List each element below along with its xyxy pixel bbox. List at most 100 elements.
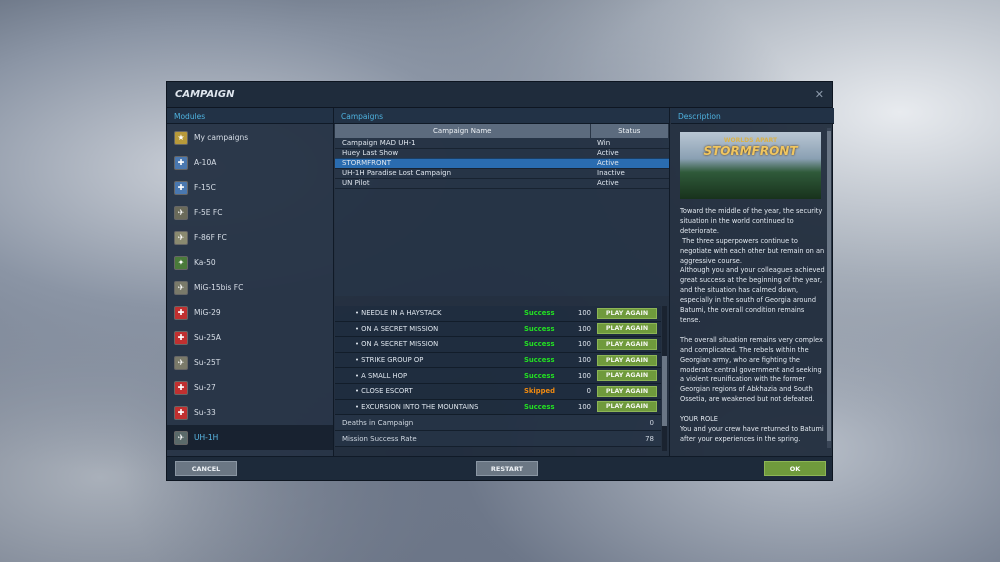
stat-label: Deaths in Campaign bbox=[342, 418, 414, 427]
stat-value: 0 bbox=[649, 418, 654, 427]
mission-list: • NEEDLE IN A HAYSTACK Success 100 PLAY AGA… bbox=[335, 306, 661, 448]
module-label: Su-27 bbox=[194, 383, 216, 392]
campaign-stat: Mission Success Rate 78 bbox=[335, 431, 661, 448]
mission-name: ON A SECRET MISSION bbox=[361, 324, 439, 333]
module-icon: ✈ bbox=[174, 355, 188, 370]
campaigns-header: Campaigns bbox=[334, 108, 669, 124]
campaign-row[interactable]: Huey Last Show Active bbox=[335, 148, 669, 159]
mission-row[interactable]: • NEEDLE IN A HAYSTACK Success 100 PLAY AGA… bbox=[335, 306, 661, 322]
mission-name: STRIKE GROUP OP bbox=[361, 356, 424, 365]
module-item[interactable]: ★ My campaigns bbox=[167, 125, 333, 150]
module-item[interactable]: ✈ Su-25T bbox=[167, 350, 333, 375]
campaign-status: Win bbox=[590, 138, 669, 149]
play-again-button[interactable]: PLAY AGAIN bbox=[597, 385, 657, 397]
mission-row[interactable]: • STRIKE GROUP OP Success 100 PLAY AGAIN bbox=[335, 352, 661, 369]
restart-button[interactable]: RESTART bbox=[476, 461, 538, 476]
close-icon[interactable]: ✕ bbox=[815, 88, 824, 101]
module-label: Su-25T bbox=[194, 358, 221, 367]
campaigns-panel: Campaigns Campaign Name Status Campaign M… bbox=[334, 108, 670, 456]
mission-score: 0 bbox=[586, 387, 591, 396]
stat-value: 78 bbox=[645, 434, 654, 443]
module-label: F-15C bbox=[194, 183, 216, 192]
column-status[interactable]: Status bbox=[590, 124, 669, 138]
campaign-name: UH-1H Paradise Lost Campaign bbox=[335, 168, 590, 179]
mission-score: 100 bbox=[578, 402, 591, 411]
mission-row[interactable]: • ON A SECRET MISSION Success 100 PLAY AGAI… bbox=[335, 321, 661, 338]
module-item[interactable]: ✚ F-15C bbox=[167, 175, 333, 200]
cancel-button[interactable]: CANCEL bbox=[175, 461, 237, 476]
module-label: Ka-50 bbox=[194, 258, 216, 267]
campaign-stat: Deaths in Campaign 0 bbox=[335, 415, 661, 432]
module-icon: ✚ bbox=[174, 405, 188, 420]
description-panel: Description WORLDS APART STORMFRONT Towa… bbox=[671, 108, 834, 456]
mission-scrollbar[interactable] bbox=[662, 306, 667, 451]
module-item[interactable]: ✦ Ka-50 bbox=[167, 250, 333, 275]
mission-row[interactable]: • ON A SECRET MISSION Success 100 PLAY AGAI… bbox=[335, 337, 661, 353]
module-label: MiG-29 bbox=[194, 308, 221, 317]
mission-name: NEEDLE IN A HAYSTACK bbox=[361, 309, 442, 318]
module-item[interactable]: ✚ Su-33 bbox=[167, 400, 333, 425]
play-again-button[interactable]: PLAY AGAIN bbox=[597, 401, 657, 413]
campaign-row[interactable]: Campaign MAD UH-1 Win bbox=[335, 138, 669, 149]
mission-status: Success bbox=[524, 309, 555, 318]
campaign-name: Campaign MAD UH-1 bbox=[335, 138, 590, 149]
title-bar: CAMPAIGN ✕ bbox=[167, 82, 832, 108]
mission-score: 100 bbox=[578, 324, 591, 333]
ok-button[interactable]: OK bbox=[764, 461, 826, 476]
module-item[interactable]: ✈ F-5E FC bbox=[167, 200, 333, 225]
mission-score: 100 bbox=[578, 371, 591, 380]
campaign-table: Campaign Name Status Campaign MAD UH-1 Win… bbox=[335, 124, 669, 189]
module-item[interactable]: ✈ UH-1H bbox=[167, 425, 333, 450]
description-header: Description bbox=[671, 108, 834, 124]
description-scrollbar[interactable] bbox=[827, 128, 831, 448]
play-again-button[interactable]: PLAY AGAIN bbox=[597, 323, 657, 335]
module-label: F-5E FC bbox=[194, 208, 223, 217]
play-again-button[interactable]: PLAY AGAIN bbox=[597, 338, 657, 350]
mission-status: Success bbox=[524, 356, 555, 365]
module-icon: ★ bbox=[174, 130, 188, 145]
footer: CANCEL RESTART OK bbox=[167, 456, 832, 480]
module-label: MiG-15bis FC bbox=[194, 283, 244, 292]
module-item[interactable]: ✈ F-86F FC bbox=[167, 225, 333, 250]
module-item[interactable]: ✚ MiG-29 bbox=[167, 300, 333, 325]
modules-header: Modules bbox=[167, 108, 333, 124]
module-item[interactable]: ✚ A-10A bbox=[167, 150, 333, 175]
play-again-button[interactable]: PLAY AGAIN bbox=[597, 307, 657, 319]
mission-score: 100 bbox=[578, 309, 591, 318]
mission-status: Skipped bbox=[524, 387, 555, 396]
module-item[interactable]: ✈ MiG-15bis FC bbox=[167, 275, 333, 300]
mission-score: 100 bbox=[578, 356, 591, 365]
mission-status: Success bbox=[524, 402, 555, 411]
column-campaign-name[interactable]: Campaign Name bbox=[335, 124, 591, 138]
module-item[interactable]: ✚ Su-27 bbox=[167, 375, 333, 400]
module-icon: ✚ bbox=[174, 330, 188, 345]
mission-name: A SMALL HOP bbox=[361, 371, 408, 380]
campaign-row[interactable]: STORMFRONT Active bbox=[335, 158, 669, 169]
module-label: F-86F FC bbox=[194, 233, 227, 242]
module-item[interactable]: ✚ Su-25A bbox=[167, 325, 333, 350]
module-icon: ✚ bbox=[174, 380, 188, 395]
mission-status: Success bbox=[524, 340, 555, 349]
module-icon: ✚ bbox=[174, 155, 188, 170]
campaign-status: Active bbox=[590, 158, 669, 169]
campaign-name: UN Pilot bbox=[335, 178, 590, 189]
mission-row[interactable]: • CLOSE ESCORT Skipped 0 PLAY AGAIN bbox=[335, 383, 661, 400]
campaign-row[interactable]: UH-1H Paradise Lost Campaign Inactive bbox=[335, 168, 669, 179]
module-icon: ✚ bbox=[174, 305, 188, 320]
mission-status: Success bbox=[524, 371, 555, 380]
modules-panel: Modules ★ My campaigns ✚ A-10A ✚ F-15C ✈ F-5E F… bbox=[167, 108, 334, 456]
campaign-status: Active bbox=[590, 148, 669, 159]
module-icon: ✈ bbox=[174, 230, 188, 245]
mission-name: EXCURSION INTO THE MOUNTAINS bbox=[361, 402, 479, 411]
module-icon: ✈ bbox=[174, 430, 188, 445]
description-text: Toward the middle of the year, the secur… bbox=[680, 207, 825, 443]
mission-name: ON A SECRET MISSION bbox=[361, 340, 439, 349]
play-again-button[interactable]: PLAY AGAIN bbox=[597, 354, 657, 366]
play-again-button[interactable]: PLAY AGAIN bbox=[597, 370, 657, 382]
campaign-name: Huey Last Show bbox=[335, 148, 590, 159]
mission-row[interactable]: • EXCURSION INTO THE MOUNTAINS Success 100… bbox=[335, 399, 661, 416]
module-label: A-10A bbox=[194, 158, 217, 167]
campaign-row[interactable]: UN Pilot Active bbox=[335, 178, 669, 189]
campaign-banner-image: WORLDS APART STORMFRONT bbox=[680, 132, 821, 199]
mission-row[interactable]: • A SMALL HOP Success 100 PLAY AGAIN bbox=[335, 368, 661, 384]
